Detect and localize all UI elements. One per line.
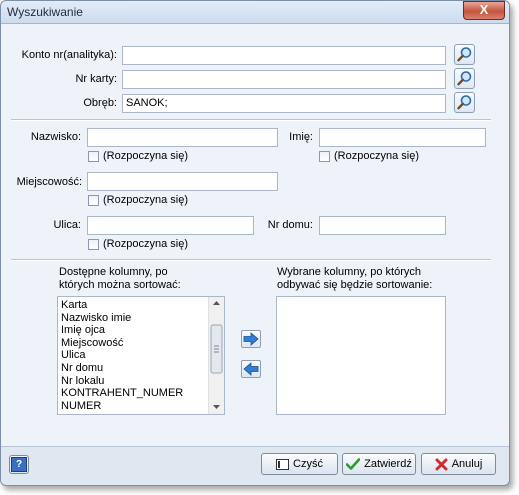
window-title: Wyszukiwanie (7, 5, 83, 19)
ulica-starts-with-checkbox[interactable] (88, 239, 99, 250)
scroll-up-arrow-icon (213, 301, 220, 305)
selected-columns-header-line1: Wybrane kolumny, po których (277, 266, 421, 278)
search-dialog: Wyszukiwanie X Konto nr(analityka): Nr k… (0, 0, 510, 486)
arrow-right-icon (243, 332, 259, 346)
scroll-down-arrow-icon (213, 405, 220, 409)
karta-search-button[interactable] (454, 68, 475, 89)
list-item[interactable]: Nazwisko imie (58, 312, 224, 325)
imie-starts-with-label: (Rozpoczyna się) (334, 150, 419, 162)
imie-input[interactable] (319, 128, 486, 147)
magnifier-icon (457, 47, 472, 62)
separator (11, 119, 491, 121)
close-icon: X (479, 2, 489, 17)
obreb-input[interactable]: SANOK; (122, 94, 446, 113)
available-columns-header-line1: Dostępne kolumny, po (59, 266, 168, 278)
eraser-icon (276, 458, 290, 470)
miejscowosc-starts-with-checkbox[interactable] (88, 195, 99, 206)
nr-domu-label: Nr domu: (267, 219, 313, 231)
help-button[interactable]: ? (9, 455, 29, 474)
clear-button-label: Czyść (293, 458, 323, 470)
miejscowosc-starts-with-label: (Rozpoczyna się) (103, 194, 188, 206)
available-list-scrollbar[interactable] (208, 297, 224, 414)
list-item[interactable]: Ulica (58, 349, 224, 362)
clear-button[interactable]: Czyść (261, 453, 338, 475)
remove-column-button[interactable] (241, 360, 261, 378)
nr-domu-input[interactable] (319, 216, 446, 235)
footer-bar: ? Czyść Zatwierdź Anuluj (1, 446, 509, 485)
title-bar: Wyszukiwanie X (1, 1, 509, 24)
approve-button-label: Zatwierdź (364, 458, 412, 470)
cancel-x-icon (435, 458, 448, 470)
nazwisko-input[interactable] (87, 128, 278, 147)
list-item[interactable]: KONTRAHENT_NUMER (58, 387, 224, 400)
selected-columns-list[interactable] (276, 296, 446, 415)
konto-search-button[interactable] (454, 44, 475, 65)
imie-starts-with-checkbox[interactable] (319, 151, 330, 162)
ulica-label: Ulica: (53, 219, 81, 231)
selected-columns-header-line2: odbywać się będzie sortowanie: (277, 279, 433, 291)
separator (11, 259, 491, 261)
available-columns-header-line2: których można sortować: (59, 279, 181, 291)
miejscowosc-input[interactable] (87, 172, 278, 191)
cancel-button-label: Anuluj (451, 458, 483, 470)
approve-button[interactable]: Zatwierdź (342, 453, 416, 475)
konto-label: Konto nr(analityka): (21, 49, 117, 61)
list-item[interactable]: Miejscowość (58, 337, 224, 350)
available-columns-list[interactable]: Karta Nazwisko imie Imię ojca Miejscowoś… (57, 296, 225, 415)
help-icon: ? (11, 457, 27, 472)
magnifier-icon (457, 71, 472, 86)
list-item[interactable]: Nr lokalu (58, 375, 224, 388)
karta-input[interactable] (122, 70, 446, 89)
add-column-button[interactable] (241, 330, 261, 348)
list-item[interactable]: Imię ojca (58, 324, 224, 337)
list-item[interactable]: NUMER (58, 400, 224, 413)
nazwisko-starts-with-label: (Rozpoczyna się) (103, 150, 188, 162)
miejscowosc-label: Miejscowość: (16, 176, 82, 188)
scrollbar-graphic (210, 301, 223, 409)
checkmark-icon (346, 458, 361, 470)
nazwisko-starts-with-checkbox[interactable] (88, 151, 99, 162)
ulica-starts-with-label: (Rozpoczyna się) (103, 238, 188, 250)
cancel-button[interactable]: Anuluj (421, 453, 496, 475)
list-item[interactable]: Nr domu (58, 362, 224, 375)
arrow-left-icon (243, 362, 259, 376)
obreb-label: Obręb: (83, 97, 117, 109)
obreb-search-button[interactable] (454, 92, 475, 113)
imie-label: Imię: (289, 131, 313, 143)
karta-label: Nr karty: (75, 73, 117, 85)
nazwisko-label: Nazwisko: (30, 131, 81, 143)
konto-input[interactable] (122, 46, 446, 65)
ulica-input[interactable] (87, 216, 254, 235)
close-button[interactable]: X (463, 1, 505, 20)
magnifier-icon (457, 95, 472, 110)
list-item[interactable]: Karta (58, 299, 224, 312)
